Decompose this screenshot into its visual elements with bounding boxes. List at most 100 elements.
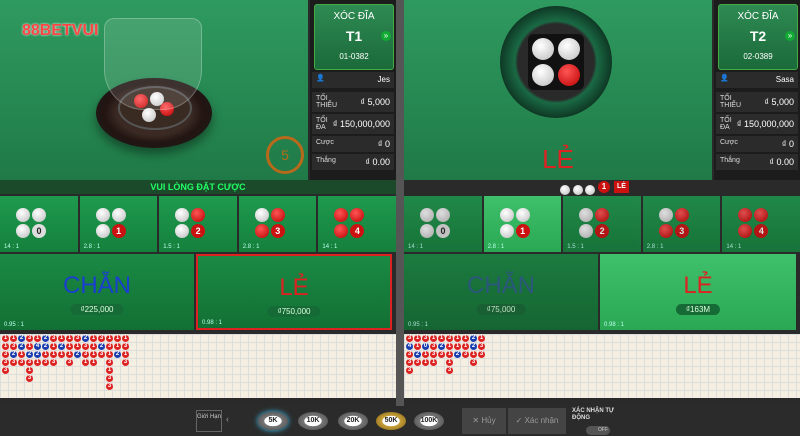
road-bead: 3	[26, 375, 33, 382]
cell-odds: 1.5 : 1	[163, 244, 180, 250]
round-id: 01-0382	[339, 52, 369, 61]
chevron-right-icon[interactable]: »	[381, 31, 391, 41]
glass-dome	[104, 18, 202, 110]
road-bead: 3	[2, 351, 9, 358]
confirm-button[interactable]: ✓ Xác nhận	[508, 408, 566, 434]
bet-cell-1-red[interactable]: 1 2.8 : 1	[79, 196, 158, 252]
table-info: XÓC ĐĨA T1 01-0382 » 👤 Jes TỐI THIỂU ₫ 5,…	[310, 0, 396, 180]
road-bead: 3	[50, 359, 57, 366]
cell-odds: 2.8 : 1	[83, 244, 101, 250]
road-bead: 2	[98, 343, 105, 350]
bet-cell-2-red[interactable]: 2 1.5 : 1	[159, 196, 237, 252]
cell-odds: 2.8 : 1	[242, 244, 260, 250]
chip-5k[interactable]: 5K	[258, 412, 288, 430]
road-bead: 2	[82, 335, 89, 342]
table-card[interactable]: XÓC ĐĨA T1 01-0382 »	[314, 4, 394, 70]
road-bead: 1	[66, 343, 73, 350]
road-bead: 1	[42, 351, 49, 358]
bet-cell-0-red[interactable]: 0 14 : 1	[0, 196, 78, 252]
bet-cell-3-red[interactable]: 3 2.8 : 1	[642, 196, 721, 252]
road-bead: 0	[422, 343, 429, 350]
coin	[558, 64, 580, 86]
coin	[532, 38, 554, 60]
bet-value: ₫ 0	[781, 139, 794, 149]
road-bead: 3	[26, 335, 33, 342]
chip-20k[interactable]: 20K	[338, 412, 368, 430]
result-plate	[500, 6, 612, 118]
bet-chan[interactable]: CHẴN ₫75,000 0.95 : 1	[404, 254, 598, 330]
road-bead: 1	[2, 343, 9, 350]
road-bead: 1	[26, 367, 33, 374]
min-label: TỐI THIỂU	[720, 95, 741, 109]
chip-scroll-left[interactable]: ‹	[226, 414, 236, 428]
coin-tray	[528, 34, 584, 90]
table-info: XÓC ĐĨA T2 02-0389 » 👤 Sasa TỐI THIỂU ₫ 5…	[714, 0, 800, 180]
dealer-name: Jes	[377, 75, 390, 84]
chan-odds: 0.95 : 1	[4, 322, 25, 328]
road-bead: 1	[90, 351, 97, 358]
chan-label: CHẴN	[62, 272, 131, 299]
bet-le[interactable]: LẺ ₫750,000 0.98 : 1	[196, 254, 392, 330]
road-bead: 3	[2, 359, 9, 366]
bet-cell-1-red[interactable]: 1 2.8 : 1	[483, 196, 562, 252]
max-bet-row: TỐI ĐA ₫ 150,000,000	[716, 114, 798, 134]
bet-cell-3-red[interactable]: 3 2.8 : 1	[238, 196, 317, 252]
chip-50k[interactable]: 50K	[376, 412, 406, 430]
chip-100k[interactable]: 100K	[414, 412, 444, 430]
max-label: TỐI ĐA	[720, 117, 732, 131]
bet-le[interactable]: LẺ ₫163M 0.98 : 1	[600, 254, 796, 330]
limit-button[interactable]: Giới Hạn	[196, 410, 222, 432]
road-bead: 1	[446, 351, 453, 358]
max-bet-row: TỐI ĐA ₫ 150,000,000	[312, 114, 394, 134]
bet-cell-4-red[interactable]: 4 14 : 1	[722, 196, 800, 252]
cell-odds: 14 : 1	[408, 244, 424, 250]
road-bead: 3	[446, 335, 453, 342]
cancel-button[interactable]: ✕ Hủy	[462, 408, 506, 434]
cell-count: 3	[674, 224, 689, 238]
cell-count: 0	[32, 224, 46, 238]
road-bead: 3	[26, 359, 33, 366]
cell-count: 0	[436, 224, 450, 238]
road-bead: 1	[50, 343, 57, 350]
cell-odds: 14 : 1	[322, 244, 338, 250]
road-bead: 1	[74, 343, 81, 350]
road-bead: 3	[98, 351, 105, 358]
road-bead: 2	[42, 343, 49, 350]
road-bead: 3	[82, 343, 89, 350]
road-bead: 1	[430, 335, 437, 342]
bet-cell-4-red[interactable]: 4 14 : 1	[318, 196, 396, 252]
bet-chan[interactable]: CHẴN ₫225,000 0.95 : 1	[0, 254, 194, 330]
road-bead: 1	[454, 343, 461, 350]
bet-cell-0-red[interactable]: 0 14 : 1	[404, 196, 482, 252]
road-bead: 1	[446, 343, 453, 350]
road-bead: 3	[438, 351, 445, 358]
bet-cells: 0 14 : 1 1 2.8 : 1 2 1.5 : 1 3 2.8 : 1 4 14 :…	[0, 196, 396, 252]
road-bead: 1	[114, 343, 121, 350]
road-bead: 3	[406, 367, 413, 374]
max-value: ₫ 150,000,000	[736, 119, 794, 129]
bet-cell-2-red[interactable]: 2 1.5 : 1	[563, 196, 641, 252]
road-bead: 1	[106, 335, 113, 342]
cell-odds: 14 : 1	[726, 244, 742, 250]
road-bead: 3	[478, 343, 485, 350]
road-bead: 3	[2, 367, 9, 374]
game-name: XÓC ĐĨA	[737, 11, 779, 22]
chevron-right-icon[interactable]: »	[785, 31, 795, 41]
cell-count: 4	[754, 224, 769, 238]
bet-cells: 0 14 : 1 1 2.8 : 1 2 1.5 : 1 3 2.8 : 1 4 14 :…	[404, 196, 800, 252]
road-bead: 2	[454, 351, 461, 358]
auto-confirm-label: XÁC NHẬN TỰ ĐỘNG	[572, 408, 614, 421]
road-bead: 1	[34, 335, 41, 342]
win-row: Thắng ₫ 0.00	[716, 154, 798, 170]
road-bead: 1	[430, 359, 437, 366]
cancel-label: Hủy	[481, 416, 496, 425]
game-name: XÓC ĐĨA	[333, 11, 375, 22]
chip-10k[interactable]: 10K	[298, 412, 328, 430]
result-text: LẺ	[542, 144, 574, 174]
table-card[interactable]: XÓC ĐĨA T2 02-0389 »	[718, 4, 798, 70]
auto-confirm-toggle[interactable]: OFF	[586, 426, 610, 435]
result-coins	[560, 182, 596, 196]
road-bead: 3	[50, 335, 57, 342]
road-bead: 2	[470, 335, 477, 342]
win-label: Thắng	[720, 157, 740, 164]
